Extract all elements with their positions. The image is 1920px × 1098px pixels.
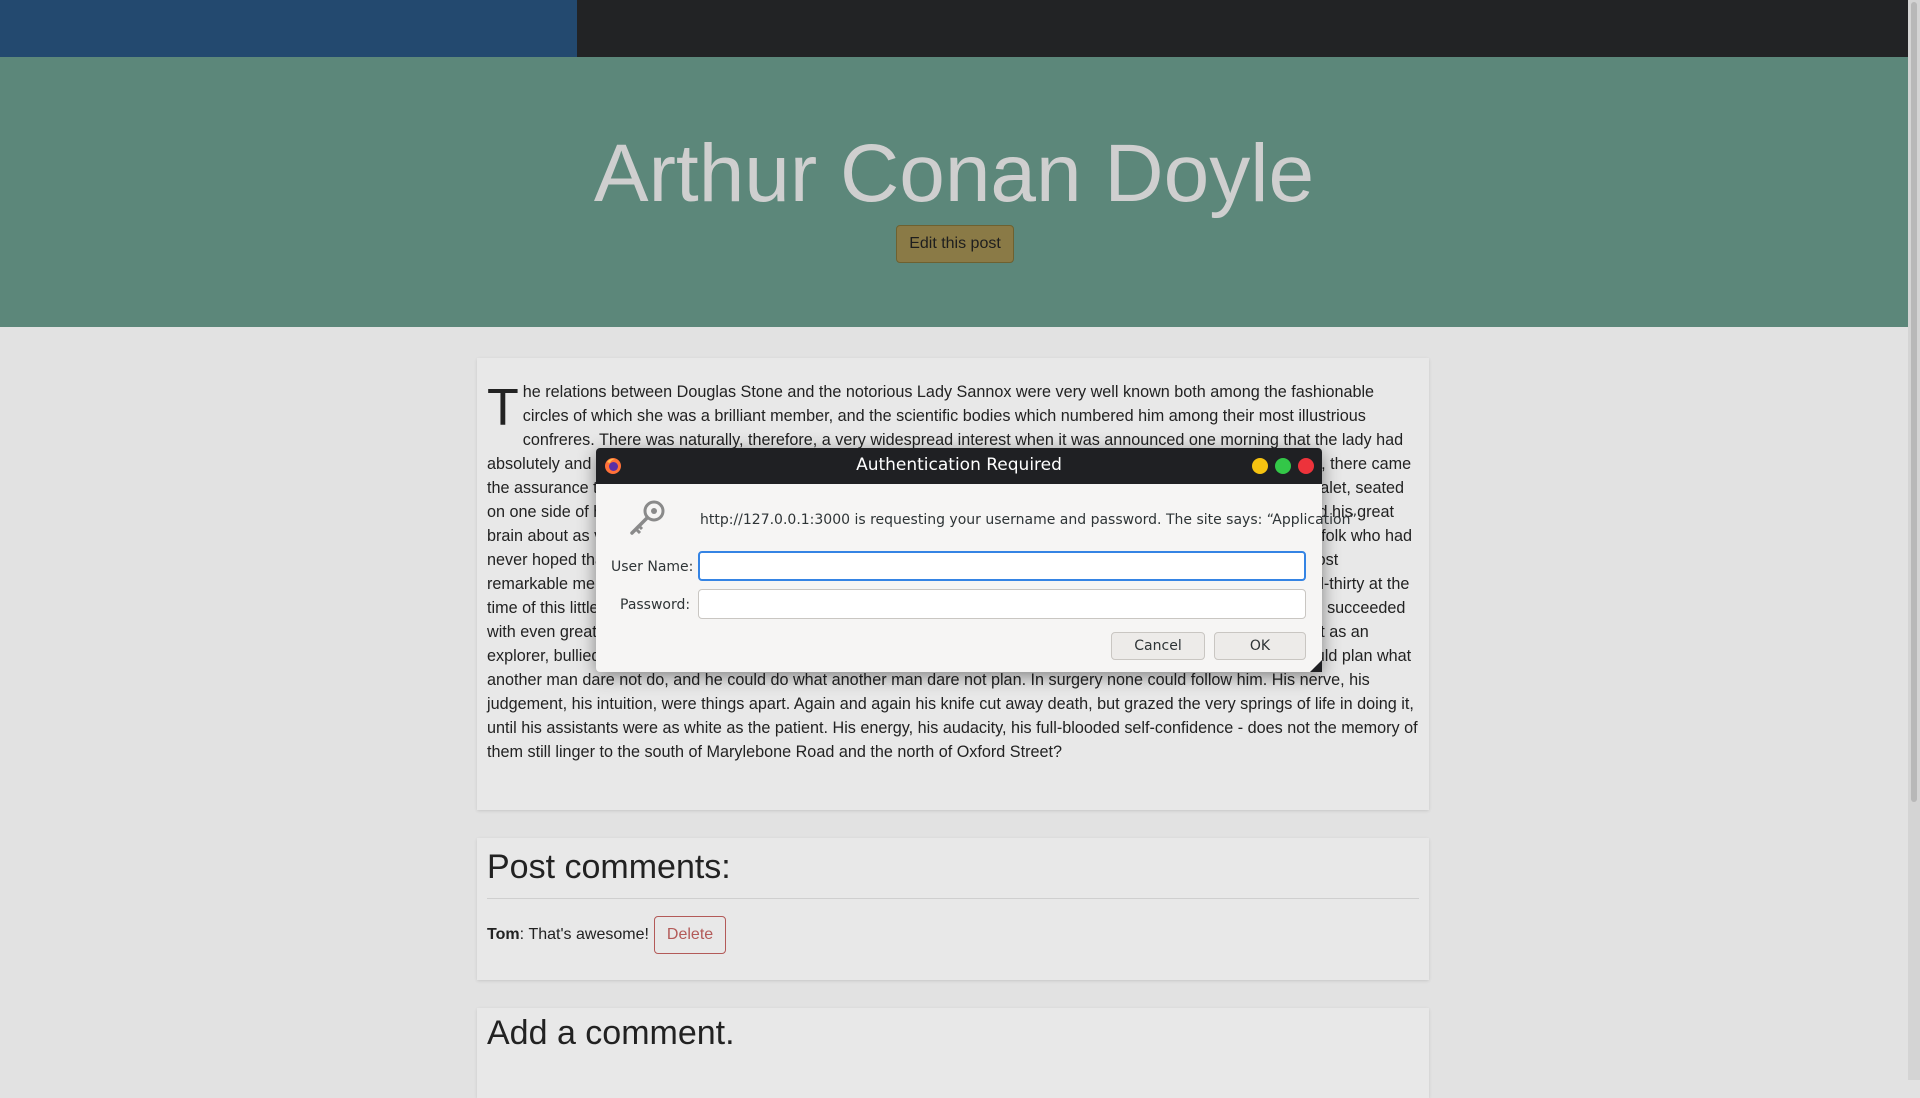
- password-input[interactable]: [698, 589, 1306, 619]
- add-comment-title: Add a comment.: [487, 1014, 735, 1052]
- cancel-button[interactable]: Cancel: [1111, 632, 1205, 660]
- close-button[interactable]: [1298, 458, 1314, 474]
- auth-dialog: Authentication Required http://127.0.0.1…: [596, 448, 1357, 672]
- comment-text: That's awesome!: [528, 926, 649, 943]
- delete-comment-button[interactable]: Delete: [653, 916, 727, 954]
- username-label: User Name:: [611, 559, 694, 575]
- divider: [487, 898, 1419, 899]
- page-scrollbar[interactable]: [1908, 0, 1920, 1080]
- resize-grip[interactable]: [1310, 660, 1322, 672]
- add-comment-card: Add a comment.: [477, 1008, 1429, 1098]
- ok-button[interactable]: OK: [1214, 632, 1306, 660]
- comment-item: Tom: That's awesome! Delete: [487, 916, 727, 954]
- comment-author: Tom: [487, 926, 520, 943]
- navbar-brand-area: [0, 0, 577, 61]
- comments-title: Post comments:: [487, 848, 731, 886]
- edit-post-button[interactable]: Edit this post: [896, 225, 1014, 263]
- comment-separator: :: [519, 926, 529, 943]
- username-input[interactable]: [698, 551, 1306, 581]
- password-label: Password:: [620, 597, 691, 613]
- dialog-message: http://127.0.0.1:3000 is requesting your…: [700, 512, 1357, 528]
- drop-cap: T: [487, 379, 519, 437]
- post-header: Arthur Conan Doyle Edit this post: [0, 57, 1908, 327]
- maximize-button[interactable]: [1275, 458, 1291, 474]
- comments-card: Post comments: Tom: That's awesome! Dele…: [477, 838, 1429, 980]
- scrollbar-thumb[interactable]: [1911, 2, 1917, 802]
- post-title: Arthur Conan Doyle: [593, 128, 1315, 219]
- key-icon: [630, 500, 665, 535]
- dialog-title: Authentication Required: [856, 455, 1062, 475]
- dialog-titlebar[interactable]: Authentication Required: [596, 448, 1322, 484]
- minimize-button[interactable]: [1252, 458, 1268, 474]
